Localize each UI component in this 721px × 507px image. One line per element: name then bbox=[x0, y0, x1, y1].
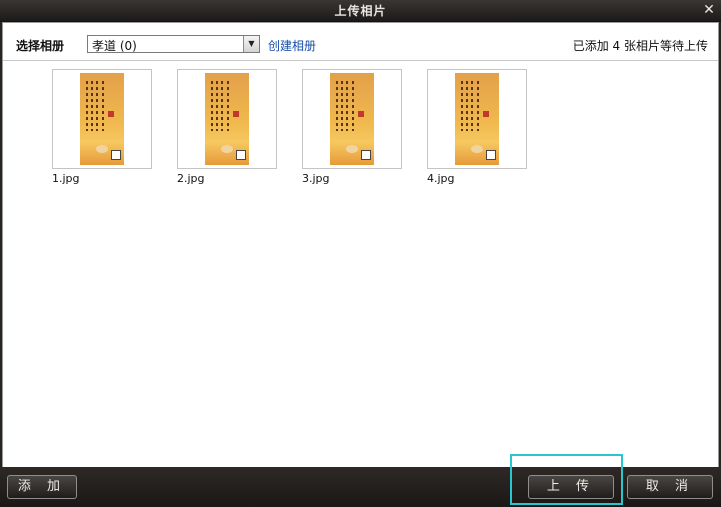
photo-name: 3.jpg bbox=[302, 172, 330, 185]
photo-thumbnail[interactable] bbox=[302, 69, 402, 169]
close-icon[interactable]: ✕ bbox=[701, 2, 717, 18]
album-select-value: 孝道 (0) bbox=[92, 39, 137, 53]
photo-image bbox=[330, 73, 374, 165]
album-label: 选择相册 bbox=[16, 39, 65, 53]
photo-name: 4.jpg bbox=[427, 172, 455, 185]
album-select[interactable]: 孝道 (0) ▼ bbox=[87, 35, 260, 53]
photo-name: 1.jpg bbox=[52, 172, 80, 185]
cancel-button[interactable]: 取 消 bbox=[627, 475, 713, 499]
create-album-link[interactable]: 创建相册 bbox=[268, 37, 316, 54]
photo-item[interactable]: 1.jpg bbox=[52, 69, 152, 185]
photo-image bbox=[455, 73, 499, 165]
photo-item[interactable]: 4.jpg bbox=[427, 69, 527, 185]
album-toolbar: 选择相册 孝道 (0) ▼ 创建相册 已添加 4 张相片等待上传 bbox=[3, 23, 718, 61]
photo-thumbnail[interactable] bbox=[52, 69, 152, 169]
photo-thumbnail[interactable] bbox=[427, 69, 527, 169]
chevron-down-icon[interactable]: ▼ bbox=[243, 36, 259, 52]
photo-name: 2.jpg bbox=[177, 172, 205, 185]
upload-panel: 选择相册 孝道 (0) ▼ 创建相册 已添加 4 张相片等待上传 1.jpg 2… bbox=[2, 22, 719, 468]
add-button[interactable]: 添 加 bbox=[7, 475, 77, 499]
photo-thumbnail[interactable] bbox=[177, 69, 277, 169]
photo-item[interactable]: 3.jpg bbox=[302, 69, 402, 185]
photo-item[interactable]: 2.jpg bbox=[177, 69, 277, 185]
photo-image bbox=[205, 73, 249, 165]
title-bar: 上传相片 ✕ bbox=[0, 0, 721, 22]
status-text: 已添加 4 张相片等待上传 bbox=[572, 39, 708, 53]
upload-button-highlight bbox=[510, 454, 623, 505]
photo-image bbox=[80, 73, 124, 165]
window-title: 上传相片 bbox=[334, 4, 387, 18]
